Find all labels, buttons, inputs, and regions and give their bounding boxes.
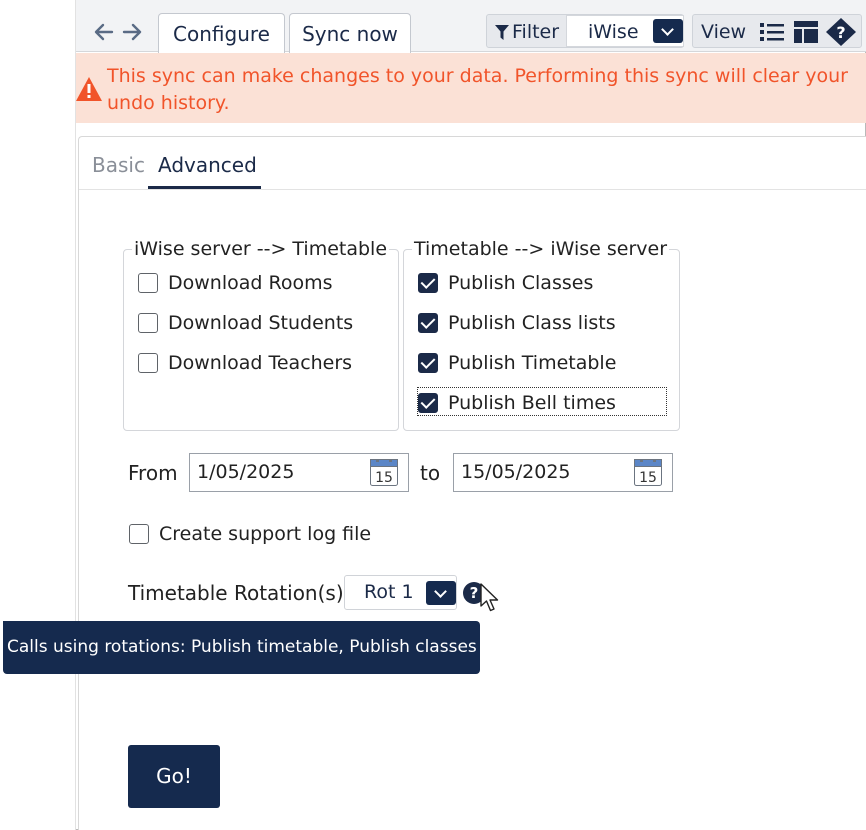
to-label: to xyxy=(420,461,441,485)
mouse-pointer-icon xyxy=(480,583,499,612)
checkbox-checked-icon[interactable] xyxy=(418,393,438,413)
warning-text: This sync can make changes to your data.… xyxy=(107,65,848,114)
rotation-select-value: Rot 1 xyxy=(364,581,414,603)
checkbox-label: Download Rooms xyxy=(168,272,333,294)
subtab-divider xyxy=(79,189,866,190)
go-button[interactable]: Go! xyxy=(128,745,220,808)
checkbox-label: Publish Timetable xyxy=(448,352,617,374)
list-icon[interactable] xyxy=(760,22,784,42)
rotation-tooltip: Calls using rotations: Publish timetable… xyxy=(3,621,480,674)
subtab-advanced[interactable]: Advanced xyxy=(158,152,257,178)
publish-group-legend: Timetable --> iWise server xyxy=(414,238,668,260)
calendar-icon[interactable]: 15 xyxy=(634,459,662,486)
checkbox-unchecked-icon[interactable] xyxy=(138,353,158,373)
checkbox-label: Publish Class lists xyxy=(448,312,616,334)
funnel-icon xyxy=(495,25,509,40)
chevron-down-icon[interactable] xyxy=(426,581,456,605)
checkbox-unchecked-icon[interactable] xyxy=(138,273,158,293)
tab-sync-now[interactable]: Sync now xyxy=(289,13,411,53)
calendar-day: 15 xyxy=(375,470,393,486)
subtab-basic[interactable]: Basic xyxy=(92,152,145,178)
checkbox-checked-icon[interactable] xyxy=(418,273,438,293)
view-label[interactable]: View xyxy=(701,15,746,49)
calendar-icon[interactable]: 15 xyxy=(370,459,398,486)
checkbox-label: Publish Classes xyxy=(448,272,594,294)
checkbox-checked-icon[interactable] xyxy=(418,353,438,373)
download-group-legend: iWise server --> Timetable xyxy=(134,238,388,260)
view-group: View ? xyxy=(692,14,862,48)
from-label: From xyxy=(128,461,178,485)
warning-banner: This sync can make changes to your data.… xyxy=(76,53,866,123)
warning-triangle-icon xyxy=(76,77,102,101)
left-panel-strip xyxy=(0,0,76,830)
calendar-day: 15 xyxy=(639,470,657,486)
help-diamond-icon[interactable]: ? xyxy=(826,18,856,46)
checkbox-label: Publish Bell times xyxy=(448,392,616,414)
layout-icon[interactable] xyxy=(794,21,818,43)
filter-select-value: iWise xyxy=(588,21,639,43)
toolbar: Configure Sync now Filter iWise View ? xyxy=(76,0,866,53)
checkbox-label: Download Students xyxy=(168,312,354,334)
filter-select[interactable]: iWise xyxy=(566,15,684,47)
checkbox-unchecked-icon[interactable] xyxy=(129,524,149,544)
rotation-label: Timetable Rotation(s) xyxy=(128,581,344,605)
tab-configure[interactable]: Configure xyxy=(158,13,285,53)
rotation-select[interactable]: Rot 1 xyxy=(344,575,457,610)
arrow-left-icon[interactable] xyxy=(92,20,116,44)
svg-text:?: ? xyxy=(836,23,845,42)
filter-label[interactable]: Filter xyxy=(512,15,559,49)
checkbox-label: Download Teachers xyxy=(168,352,353,374)
checkbox-checked-icon[interactable] xyxy=(418,313,438,333)
arrow-right-icon[interactable] xyxy=(120,20,144,44)
chevron-down-icon[interactable] xyxy=(653,19,683,43)
checkbox-unchecked-icon[interactable] xyxy=(138,313,158,333)
checkbox-label: Create support log file xyxy=(159,523,372,545)
